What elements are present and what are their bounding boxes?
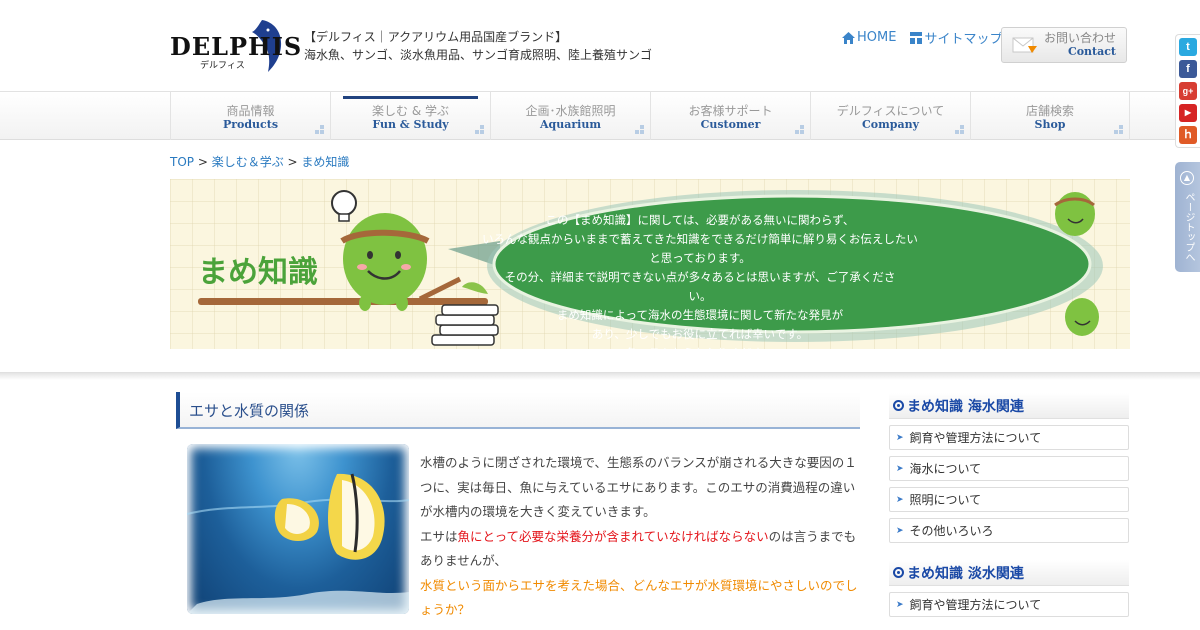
article-heading: エサと水質の関係 <box>176 392 860 429</box>
nav-corner-icon <box>635 125 644 134</box>
nav-item-label-jp: 商品情報 <box>226 104 275 118</box>
home-link[interactable]: HOME <box>842 28 896 47</box>
logo-text: DELPHIS <box>170 32 303 61</box>
article-paragraph: 水槽のように閉ざされた環境で、生態系のバランスが崩される大きな要因の１つに、実は… <box>420 455 857 519</box>
tagline-products: 海水魚、サンゴ、淡水魚用品、サンゴ育成照明、陸上養殖サンゴ <box>304 48 653 62</box>
nav-corner-icon <box>795 125 804 134</box>
article-highlight-red: 魚にとって必要な栄養分が含まれていなければならない <box>457 528 769 544</box>
nav-item-label-en: Fun & Study <box>372 118 449 131</box>
nav-item-label-jp: 楽しむ & 学ぶ <box>372 104 449 118</box>
sitemap-link-label: サイトマップ <box>924 32 1003 47</box>
tagline-brand: 【デルフィス｜アクアリウム用品国産ブランド】 <box>304 30 568 44</box>
google-plus-icon[interactable]: g+ <box>1179 82 1197 100</box>
hero-banner: まめ知識 この【まめ知識】に関しては、必要がある無いに関わらず、 いろんな観点か… <box>170 179 1130 360</box>
banner-line: …各コラムからお入りください。 <box>613 346 787 360</box>
nav-item-company[interactable]: デルフィスについて Company <box>810 91 970 140</box>
arrow-right-icon: ➤ <box>896 599 904 610</box>
page: DELPHIS デルフィス 【デルフィス｜アクアリウム用品国産ブランド】 海水魚… <box>0 0 1200 630</box>
nav-item-fun-study[interactable]: 楽しむ & 学ぶ Fun & Study <box>330 91 490 140</box>
nav-item-label-jp: お客様サポート <box>688 104 773 118</box>
page-top-button[interactable]: ▲ ページトップへ <box>1175 162 1200 272</box>
nav-item-products[interactable]: 商品情報 Products <box>170 91 330 140</box>
sidebar-item-label: その他いろいろ <box>909 524 994 538</box>
arrow-right-icon: ➤ <box>896 432 904 443</box>
circle-bullet-icon <box>893 400 904 411</box>
breadcrumb-current[interactable]: まめ知識 <box>301 155 349 169</box>
nav-corner-icon <box>955 125 964 134</box>
banner-line: その分、詳細まで説明できない点が多々あるとは思いますが、ご了承ください。 <box>504 270 896 303</box>
nav-corner-icon <box>1114 125 1123 134</box>
contact-button[interactable]: お問い合わせ Contact <box>1001 27 1127 63</box>
sitemap-link[interactable]: サイトマップ <box>910 28 1002 47</box>
sidebar-freshwater: まめ知識 淡水関連 ➤ 飼育や管理方法について <box>889 560 1129 617</box>
section-divider <box>0 372 1200 380</box>
nav-item-label-en: Products <box>222 118 279 131</box>
nav-item-label-en: Company <box>862 118 919 131</box>
breadcrumb-top-link[interactable]: TOP <box>170 155 194 169</box>
butterflyfish-image <box>187 473 409 614</box>
article-highlight-orange: 水質という面からエサを考えた場合、どんなエサが水質環境にやさしいのでしょうか？ <box>420 577 858 618</box>
nav-item-label-jp: 店舗検索 <box>1025 104 1074 118</box>
nav-item-label-jp: 企画･水族館照明 <box>525 104 616 118</box>
sidebar-item-label: 飼育や管理方法について <box>909 431 1042 445</box>
youtube-icon[interactable]: ▶ <box>1179 104 1197 122</box>
nav-item-label-en: Aquarium <box>540 118 601 131</box>
header-links: HOME サイトマップ <box>842 28 1002 47</box>
sidebar-item-label: 海水について <box>909 462 982 476</box>
logo-subtitle: デルフィス <box>200 61 245 71</box>
nav-item-label-en: Customer <box>700 118 761 131</box>
sidebar-item[interactable]: ➤ 飼育や管理方法について <box>889 592 1129 617</box>
arrow-right-icon: ➤ <box>896 494 904 505</box>
arrow-up-icon: ▲ <box>1180 171 1194 185</box>
nav-item-shop[interactable]: 店舗検索 Shop <box>970 91 1130 140</box>
global-nav: 商品情報 Products 楽しむ & 学ぶ Fun & Study 企画･水族… <box>170 91 1130 140</box>
breadcrumb-separator: > <box>194 155 212 169</box>
nav-corner-icon <box>475 125 484 134</box>
social-share-bar: t f g+ ▶ ｈ <box>1175 34 1200 148</box>
sidebar-heading-label: まめ知識 海水関連 <box>907 398 1024 415</box>
nav-item-customer[interactable]: お客様サポート Customer <box>650 91 810 140</box>
home-icon <box>842 31 855 44</box>
arrow-right-icon: ➤ <box>896 525 904 536</box>
mail-icon <box>1012 37 1037 53</box>
banner-title: まめ知識 <box>198 255 318 290</box>
tagline: 【デルフィス｜アクアリウム用品国産ブランド】 海水魚、サンゴ、淡水魚用品、サンゴ… <box>304 28 652 64</box>
banner-message: この【まめ知識】に関しては、必要がある無いに関わらず、 いろんな観点からいままで… <box>482 211 918 363</box>
page-top-label: ページトップへ <box>1183 192 1194 262</box>
hatena-icon[interactable]: ｈ <box>1179 126 1197 144</box>
banner-line: いろんな観点からいままで蓄えてきた知識をできるだけ簡単に解り易くお伝えしたいと思… <box>482 232 918 265</box>
banner-line: あり、少しでもお役に立てれば幸いです。 <box>591 327 809 341</box>
article-body: 水槽のように閉ざされた環境で、生態系のバランスが崩される大きな要因の１つに、実は… <box>420 451 860 623</box>
contact-button-en: Contact <box>1067 45 1117 58</box>
sidebar-heading-label: まめ知識 淡水関連 <box>907 565 1024 582</box>
sidebar-heading: まめ知識 海水関連 <box>889 393 1129 419</box>
sidebar-item[interactable]: ➤ 海水について <box>889 456 1129 481</box>
breadcrumb: TOP > 楽しむ＆学ぶ > まめ知識 <box>170 153 349 170</box>
sidebar-saltwater: まめ知識 海水関連 ➤ 飼育や管理方法について ➤ 海水について ➤ 照明について ➤… <box>889 393 1129 543</box>
circle-bullet-icon <box>893 567 904 578</box>
nav-corner-icon <box>315 125 324 134</box>
sidebar-item[interactable]: ➤ 照明について <box>889 487 1129 512</box>
sidebar-item-label: 照明について <box>909 493 982 507</box>
sidebar-item[interactable]: ➤ その他いろいろ <box>889 518 1129 543</box>
nav-item-aquarium[interactable]: 企画･水族館照明 Aquarium <box>490 91 650 140</box>
sidebar-item[interactable]: ➤ 飼育や管理方法について <box>889 425 1129 450</box>
home-link-label: HOME <box>857 30 897 45</box>
twitter-icon[interactable]: t <box>1179 38 1197 56</box>
logo[interactable]: DELPHIS デルフィス <box>170 18 301 76</box>
article-text: エサは <box>420 528 458 544</box>
breadcrumb-separator: > <box>283 155 302 169</box>
fish-photo <box>187 444 409 614</box>
breadcrumb-parent-link[interactable]: 楽しむ＆学ぶ <box>212 155 284 169</box>
facebook-icon[interactable]: f <box>1179 60 1197 78</box>
banner-line: この【まめ知識】に関しては、必要がある無いに関わらず、 <box>545 213 855 227</box>
banner-line: まめ知識によって海水の生態環境に関して新たな発見が <box>556 308 844 322</box>
nav-item-label-en: Shop <box>1034 118 1066 131</box>
contact-button-jp: お問い合わせ <box>1044 31 1117 45</box>
sidebar-heading: まめ知識 淡水関連 <box>889 560 1129 586</box>
sidebar-item-label: 飼育や管理方法について <box>909 598 1042 612</box>
sitemap-icon <box>910 31 923 44</box>
nav-item-label-jp: デルフィスについて <box>836 104 945 118</box>
arrow-right-icon: ➤ <box>896 463 904 474</box>
